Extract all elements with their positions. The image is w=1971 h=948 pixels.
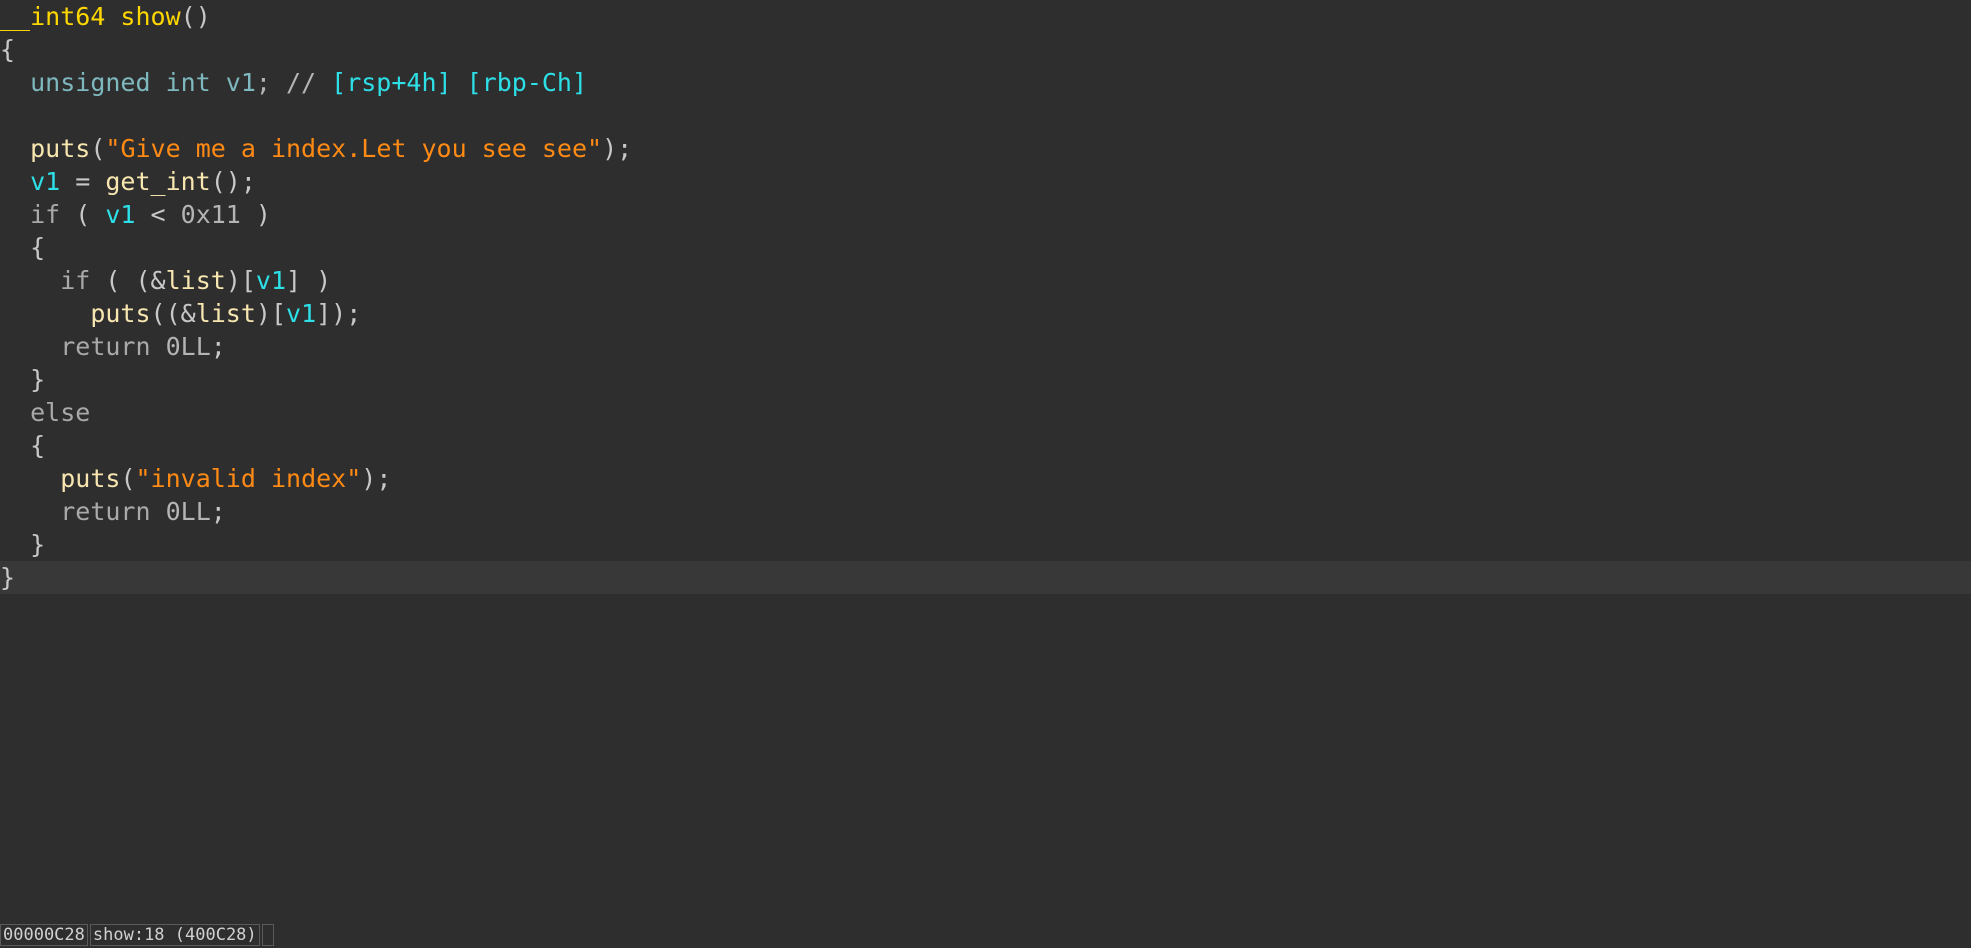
code-token-punc: ();	[210, 167, 256, 196]
code-token-var: v1	[286, 299, 317, 328]
code-line[interactable]	[0, 99, 1971, 132]
code-line[interactable]: }	[0, 363, 1971, 396]
code-line[interactable]: puts("invalid index");	[0, 462, 1971, 495]
code-token-punc: ]);	[316, 299, 362, 328]
code-token-type: __int64	[0, 2, 121, 31]
code-line[interactable]: if ( (&list)[v1] )	[0, 264, 1971, 297]
code-token-punc: }	[0, 563, 16, 592]
code-line[interactable]: puts((&list)[v1]);	[0, 297, 1971, 330]
status-address: 00000C28	[0, 924, 88, 946]
code-token-punc: (	[120, 464, 136, 493]
status-extra-cell	[261, 924, 274, 946]
code-token-cmt: ; //	[255, 68, 332, 97]
pseudocode-editor[interactable]: __int64 show(){ unsigned int v1; // [rsp…	[0, 0, 1971, 922]
code-token-var: v1	[30, 167, 61, 196]
code-token-func: puts	[90, 299, 151, 328]
code-token-kw: else	[30, 398, 91, 427]
code-line[interactable]: return 0LL;	[0, 495, 1971, 528]
code-line[interactable]: {	[0, 33, 1971, 66]
code-line-current[interactable]: }	[0, 561, 1971, 594]
code-token-punc: );	[602, 134, 633, 163]
code-token-punc: ((&	[150, 299, 196, 328]
code-token-decl: v1	[225, 68, 256, 97]
code-token-punc: }	[0, 365, 46, 394]
code-token-kw: if	[30, 200, 61, 229]
code-line[interactable]: else	[0, 396, 1971, 429]
code-token-kw: return	[60, 497, 151, 526]
code-token-num: 0x11	[180, 200, 241, 229]
code-token-punc: ()	[180, 2, 211, 31]
code-token-func: list	[195, 299, 256, 328]
code-token-type: show	[120, 2, 181, 31]
code-token-punc: )[	[255, 299, 287, 328]
code-token-var: v1	[105, 200, 136, 229]
code-token-kw: return	[60, 332, 151, 361]
code-token-punc: ( (&	[90, 266, 166, 295]
code-line[interactable]: puts("Give me a index.Let you see see");	[0, 132, 1971, 165]
code-token-decl: unsigned int	[30, 68, 226, 97]
code-line[interactable]: return 0LL;	[0, 330, 1971, 363]
code-token-num: 0LL	[165, 497, 211, 526]
status-bar: 00000C28 show:18 (400C28)	[0, 922, 1971, 948]
code-line[interactable]: }	[0, 528, 1971, 561]
code-line[interactable]: {	[0, 429, 1971, 462]
code-line[interactable]: __int64 show()	[0, 0, 1971, 33]
code-token-punc: <	[135, 200, 181, 229]
code-token-punc: ] )	[286, 266, 332, 295]
code-token-punc: )	[240, 200, 271, 229]
code-token-punc: ;	[210, 332, 226, 361]
code-line[interactable]: if ( v1 < 0x11 )	[0, 198, 1971, 231]
code-token-punc: )[	[225, 266, 256, 295]
code-line[interactable]: unsigned int v1; // [rsp+4h] [rbp-Ch]	[0, 66, 1971, 99]
code-token-punc: {	[0, 233, 46, 262]
status-location: show:18 (400C28)	[89, 924, 260, 946]
code-line[interactable]: {	[0, 231, 1971, 264]
code-token-punc: );	[361, 464, 392, 493]
code-token-func: list	[165, 266, 226, 295]
code-token-func: puts	[60, 464, 121, 493]
code-token-func: puts	[30, 134, 91, 163]
code-token-var: v1	[255, 266, 287, 295]
code-token-punc: {	[0, 431, 46, 460]
code-token-punc: {	[0, 35, 16, 64]
code-token-punc: (	[90, 134, 106, 163]
code-token-str: "Give me a index.Let you see see"	[105, 134, 603, 163]
code-token-punc: ;	[210, 497, 226, 526]
code-line[interactable]: v1 = get_int();	[0, 165, 1971, 198]
code-token-reg: [rsp+4h] [rbp-Ch]	[331, 68, 588, 97]
code-token-func: get_int	[105, 167, 211, 196]
code-token-str: "invalid index"	[135, 464, 362, 493]
code-token-punc: (	[60, 200, 106, 229]
code-token-punc: }	[0, 530, 46, 559]
code-token-punc: =	[60, 167, 106, 196]
code-token-num: 0LL	[165, 332, 211, 361]
code-token-kw: if	[60, 266, 91, 295]
